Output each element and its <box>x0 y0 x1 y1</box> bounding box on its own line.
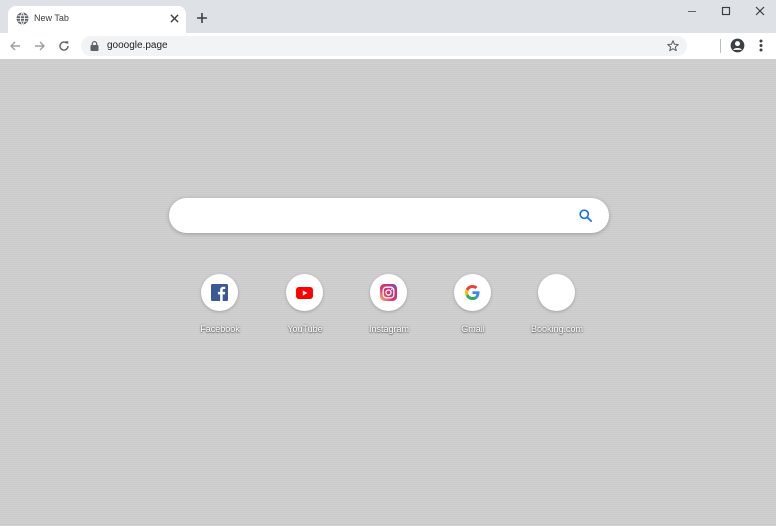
lock-icon[interactable] <box>90 41 99 51</box>
window-close-icon[interactable] <box>752 4 768 18</box>
bookmark-star-icon[interactable] <box>666 39 680 53</box>
new-tab-plus-icon[interactable] <box>195 11 209 25</box>
maximize-icon[interactable] <box>718 4 734 18</box>
toolbar-separator <box>720 39 721 53</box>
shortcut-label: Gmail <box>461 324 485 334</box>
globe-icon <box>16 12 29 25</box>
minimize-icon[interactable] <box>684 4 700 18</box>
shortcut-instagram[interactable]: Instagram <box>349 274 429 340</box>
address-bar[interactable]: gooogle.page <box>81 36 687 56</box>
title-bar: New Tab <box>0 0 776 33</box>
reload-icon[interactable] <box>56 38 72 54</box>
close-tab-icon[interactable] <box>167 11 181 25</box>
youtube-icon <box>296 286 313 299</box>
shortcut-tile[interactable] <box>454 274 491 311</box>
profile-avatar-icon[interactable] <box>729 37 746 54</box>
shortcut-tile[interactable] <box>370 274 407 311</box>
blank-icon <box>549 285 565 301</box>
back-arrow-icon[interactable] <box>7 38 23 54</box>
instagram-icon <box>380 284 397 301</box>
shortcut-label: Instagram <box>368 324 410 334</box>
url-text[interactable]: gooogle.page <box>107 40 168 51</box>
shortcut-label: Booking.com <box>530 324 584 334</box>
shortcut-tile[interactable] <box>538 274 575 311</box>
tab-new-tab[interactable]: New Tab <box>8 6 186 33</box>
shortcut-youtube[interactable]: YouTube <box>265 274 345 340</box>
tab-title: New Tab <box>34 13 69 23</box>
facebook-icon <box>211 284 228 301</box>
kebab-menu-icon[interactable] <box>755 37 767 54</box>
shortcut-tile[interactable] <box>201 274 238 311</box>
new-tab-page: Facebook YouTube Instagram Gmail Booking… <box>0 60 776 526</box>
search-box[interactable] <box>169 198 609 233</box>
shortcut-facebook[interactable]: Facebook <box>180 274 260 340</box>
google-g-icon <box>465 285 480 300</box>
shortcut-gmail[interactable]: Gmail <box>433 274 513 340</box>
search-input[interactable] <box>185 206 579 226</box>
shortcut-tile[interactable] <box>286 274 323 311</box>
shortcut-label: YouTube <box>287 324 323 334</box>
shortcut-label: Facebook <box>200 324 240 334</box>
search-icon[interactable] <box>578 208 593 223</box>
browser-toolbar: gooogle.page <box>0 33 776 60</box>
shortcut-booking[interactable]: Booking.com <box>517 274 597 340</box>
forward-arrow-icon[interactable] <box>32 38 48 54</box>
